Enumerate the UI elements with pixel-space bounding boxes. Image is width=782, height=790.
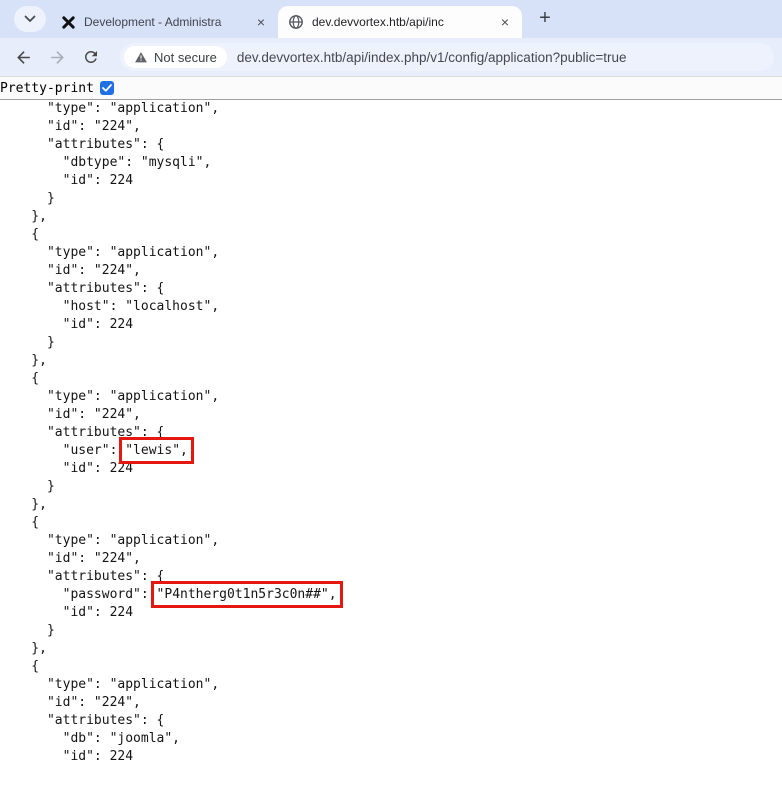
globe-icon <box>288 14 304 30</box>
json-line: "type": "application", <box>0 532 782 550</box>
warning-icon <box>134 51 148 64</box>
json-line: "attributes": { <box>0 568 782 586</box>
json-line: "db": "joomla", <box>0 730 782 748</box>
json-line: }, <box>0 352 782 370</box>
tab-strip: Development - Administra × dev.devvortex… <box>0 0 782 38</box>
json-viewer: "type": "application", "id": "224", "att… <box>0 100 782 766</box>
security-chip[interactable]: Not secure <box>124 46 227 68</box>
back-arrow-icon <box>14 48 33 67</box>
json-line: "id": 224 <box>0 316 782 334</box>
tab-title: dev.devvortex.htb/api/inc <box>312 14 490 30</box>
json-line: "id": "224", <box>0 118 782 136</box>
json-line: "attributes": { <box>0 424 782 442</box>
reload-icon <box>82 48 100 66</box>
joomla-icon <box>60 14 76 30</box>
close-icon[interactable]: × <box>496 13 514 31</box>
tab-title: Development - Administra <box>84 14 246 30</box>
json-line: "attributes": { <box>0 280 782 298</box>
json-line: "attributes": { <box>0 136 782 154</box>
tab-search-button[interactable] <box>14 6 46 32</box>
address-bar[interactable]: Not secure dev.devvortex.htb/api/index.p… <box>120 43 774 71</box>
json-line: "id": "224", <box>0 694 782 712</box>
json-line: { <box>0 658 782 676</box>
json-line: "id": "224", <box>0 406 782 424</box>
json-line: "host": "localhost", <box>0 298 782 316</box>
json-line: }, <box>0 208 782 226</box>
json-line: }, <box>0 640 782 658</box>
checkmark-icon <box>102 84 112 92</box>
json-line: "type": "application", <box>0 100 782 118</box>
json-line: "dbtype": "mysqli", <box>0 154 782 172</box>
security-chip-label: Not secure <box>154 50 217 65</box>
json-line: "id": 224 <box>0 460 782 478</box>
json-line: } <box>0 334 782 352</box>
tab-development-administrator[interactable]: Development - Administra × <box>50 6 278 38</box>
back-button[interactable] <box>6 40 40 74</box>
json-line: "type": "application", <box>0 676 782 694</box>
close-icon[interactable]: × <box>252 13 270 31</box>
json-line: "id": "224", <box>0 262 782 280</box>
json-line: { <box>0 370 782 388</box>
forward-button[interactable] <box>40 40 74 74</box>
highlight-box: "lewis", <box>125 443 188 458</box>
chevron-down-icon <box>24 15 36 23</box>
reload-button[interactable] <box>74 40 108 74</box>
json-line: "id": 224 <box>0 748 782 766</box>
pretty-print-bar: Pretty-print <box>0 76 782 100</box>
highlight-box: "P4ntherg0t1n5r3c0n##", <box>157 587 337 602</box>
pretty-print-label: Pretty-print <box>0 81 94 96</box>
json-line: { <box>0 514 782 532</box>
new-tab-button[interactable]: + <box>530 3 560 33</box>
forward-arrow-icon <box>48 48 67 67</box>
browser-toolbar: Not secure dev.devvortex.htb/api/index.p… <box>0 38 782 76</box>
json-line: } <box>0 478 782 496</box>
tab-dev-devvortex-api[interactable]: dev.devvortex.htb/api/inc × <box>278 6 522 38</box>
json-line: "id": "224", <box>0 550 782 568</box>
json-line: { <box>0 226 782 244</box>
pretty-print-checkbox[interactable] <box>100 81 114 95</box>
json-line: "type": "application", <box>0 244 782 262</box>
json-line: "id": 224 <box>0 172 782 190</box>
browser-window: Development - Administra × dev.devvortex… <box>0 0 782 790</box>
json-line: "type": "application", <box>0 388 782 406</box>
json-line: } <box>0 622 782 640</box>
json-line: "password": "P4ntherg0t1n5r3c0n##", <box>0 586 782 604</box>
json-line: "attributes": { <box>0 712 782 730</box>
json-line: } <box>0 190 782 208</box>
json-line: "id": 224 <box>0 604 782 622</box>
json-line: }, <box>0 496 782 514</box>
url-text: dev.devvortex.htb/api/index.php/v1/confi… <box>237 50 627 65</box>
json-line: "user": "lewis", <box>0 442 782 460</box>
json-lines: "type": "application", "id": "224", "att… <box>0 100 782 766</box>
